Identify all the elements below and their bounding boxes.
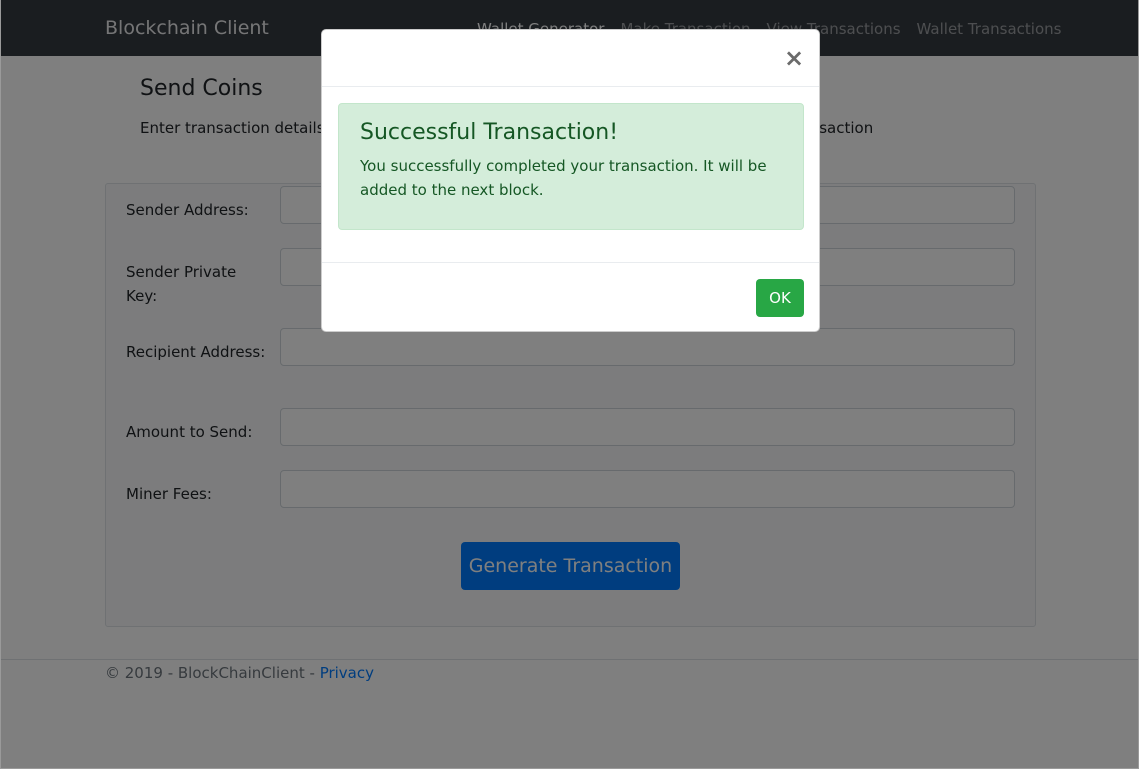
ok-button[interactable]: OK <box>756 279 804 317</box>
success-modal: × Successful Transaction! You successful… <box>321 29 820 332</box>
modal-footer: OK <box>322 262 819 332</box>
alert-title: Successful Transaction! <box>360 120 619 145</box>
alert-message: You successfully completed your transact… <box>360 157 767 199</box>
close-icon[interactable]: × <box>783 46 805 70</box>
modal-header: × <box>322 30 819 87</box>
success-alert: Successful Transaction! You successfully… <box>338 103 804 230</box>
